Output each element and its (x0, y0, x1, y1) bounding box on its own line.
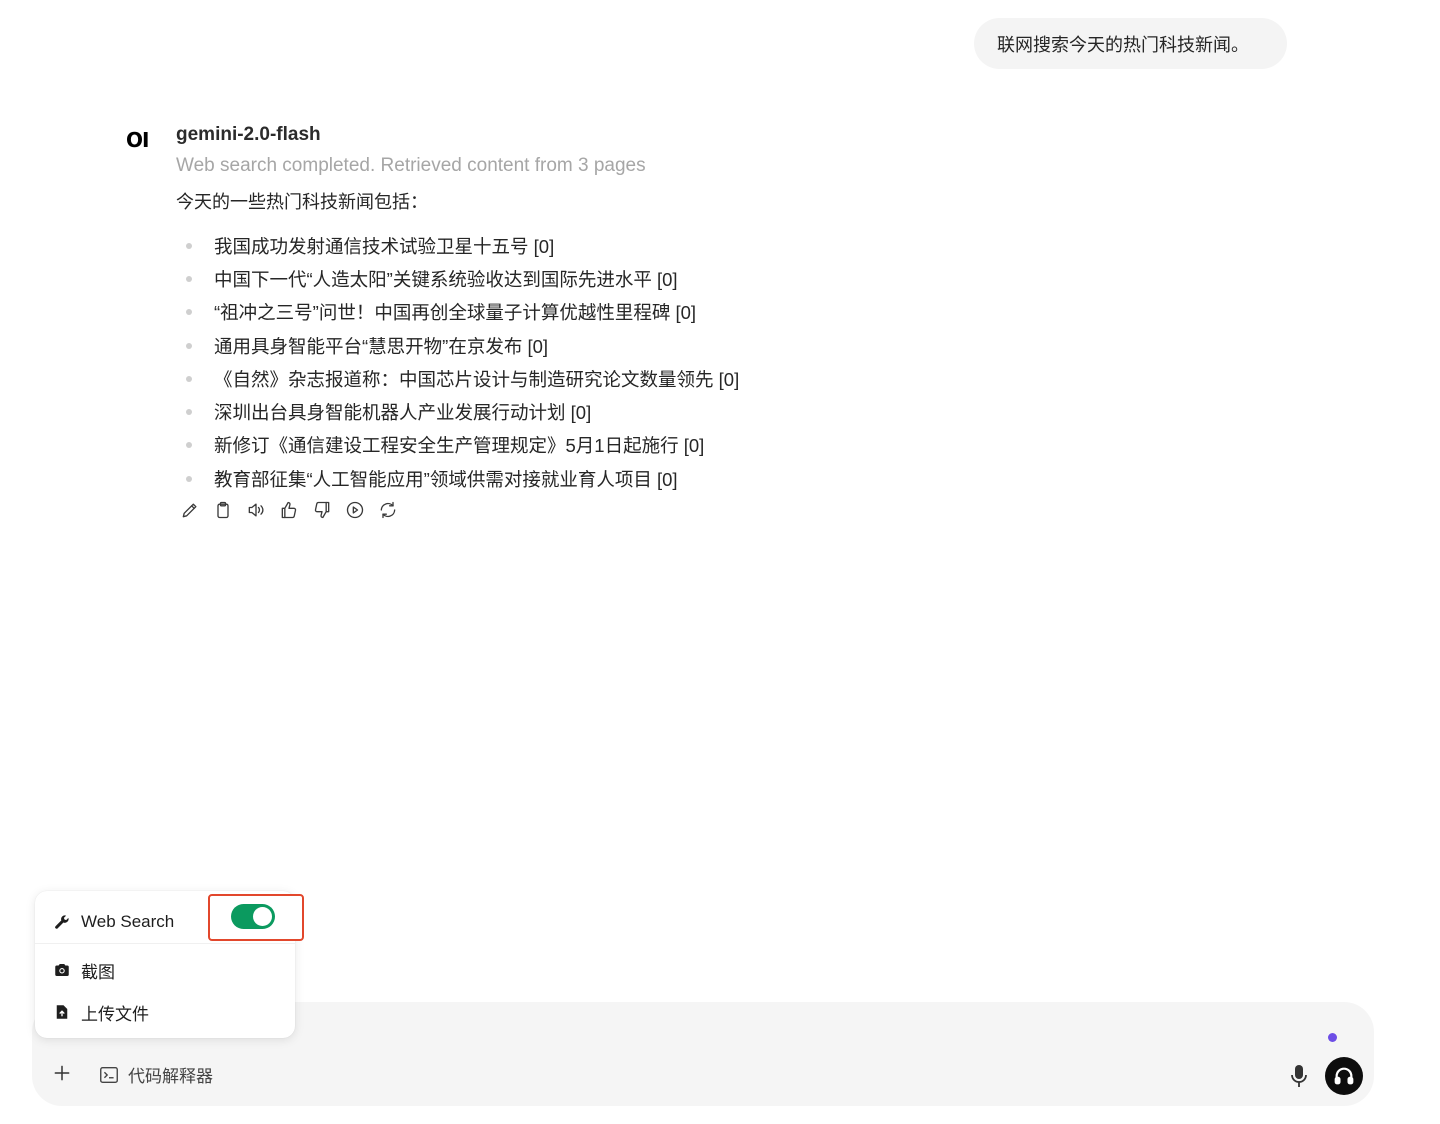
upload-file-item[interactable]: 上传文件 (35, 996, 295, 1028)
news-text: 《自然》杂志报道称：中国芯片设计与制造研究论文数量领先 [0] (214, 368, 740, 390)
news-text: 新修订《通信建设工程安全生产管理规定》5月1日起施行 [0] (214, 435, 705, 457)
regenerate-icon (380, 501, 396, 519)
web-search-toggle[interactable] (231, 904, 275, 929)
code-interpreter-label: 代码解释器 (128, 1067, 213, 1086)
screenshot-item[interactable]: 截图 (35, 954, 295, 986)
model-name: gemini-2.0-flash (176, 124, 321, 145)
bullet (186, 442, 192, 449)
bullet (186, 309, 192, 316)
news-list: 我国成功发射通信技术试验卫星十五号 [0] 中国下一代“人造太阳”关键系统验收达… (186, 229, 739, 495)
bullet (186, 242, 192, 249)
news-text: 中国下一代“人造太阳”关键系统验收达到国际先进水平 [0] (214, 268, 678, 290)
play-icon (346, 501, 364, 519)
copy-icon (217, 501, 229, 519)
edit-button[interactable] (180, 498, 200, 522)
web-search-status[interactable]: Web search completed. Retrieved content … (176, 155, 646, 177)
good-response-button[interactable] (279, 498, 299, 522)
assistant-logo: OI (126, 128, 149, 152)
more-tools-button[interactable] (52, 1063, 72, 1085)
news-text: 教育部征集“人工智能应用”领域供需对接就业育人项目 [0] (214, 468, 678, 490)
bullet (186, 475, 192, 482)
read-aloud-icon (248, 503, 264, 517)
thumbs-up-icon (281, 501, 297, 519)
regenerate-button[interactable] (378, 498, 398, 522)
headphones-icon (1334, 1067, 1354, 1085)
thumbs-down-icon (314, 501, 330, 519)
news-item: 新修订《通信建设工程安全生产管理规定》5月1日起施行 [0] (186, 429, 739, 462)
file-upload-icon (56, 1005, 68, 1019)
voice-mode-button[interactable] (1325, 1057, 1363, 1095)
menu-divider (35, 943, 295, 944)
plus-icon (54, 1065, 70, 1081)
toggle-knob (253, 907, 272, 926)
terminal-icon (100, 1066, 118, 1083)
microphone-icon (1291, 1065, 1307, 1087)
continue-response-button[interactable] (345, 498, 365, 522)
code-interpreter-button[interactable]: 代码解释器 (98, 1062, 213, 1087)
news-item: 通用具身智能平台“慧思开物”在京发布 [0] (186, 329, 739, 362)
bullet (186, 275, 192, 282)
news-item: 深圳出台具身智能机器人产业发展行动计划 [0] (186, 395, 739, 428)
wrench-icon (55, 915, 69, 929)
response-intro: 今天的一些热门科技新闻包括： (176, 192, 428, 212)
news-text: 深圳出台具身智能机器人产业发展行动计划 [0] (214, 402, 592, 424)
bullet (186, 375, 192, 382)
user-message-text: 联网搜索今天的热门科技新闻。 (997, 34, 1249, 55)
copy-button[interactable] (213, 498, 233, 522)
web-search-label: Web Search (81, 912, 175, 931)
read-aloud-button[interactable] (246, 498, 266, 522)
news-text: 我国成功发射通信技术试验卫星十五号 [0] (214, 235, 555, 257)
news-item: 教育部征集“人工智能应用”领域供需对接就业育人项目 [0] (186, 462, 739, 495)
news-text: “祖冲之三号”问世！中国再创全球量子计算优越性里程碑 [0] (214, 302, 697, 324)
edit-icon (182, 503, 197, 518)
status-indicator-dot (1328, 1033, 1337, 1042)
user-message-bubble: 联网搜索今天的热门科技新闻。 (974, 18, 1287, 69)
response-action-bar (180, 498, 398, 522)
news-text: 通用具身智能平台“慧思开物”在京发布 [0] (214, 335, 549, 357)
screenshot-label: 截图 (81, 962, 115, 982)
voice-input-button[interactable] (1289, 1063, 1309, 1089)
news-item: 《自然》杂志报道称：中国芯片设计与制造研究论文数量领先 [0] (186, 362, 739, 395)
news-item: “祖冲之三号”问世！中国再创全球量子计算优越性里程碑 [0] (186, 296, 739, 329)
upload-file-label: 上传文件 (81, 1004, 149, 1024)
news-item: 我国成功发射通信技术试验卫星十五号 [0] (186, 229, 739, 262)
camera-icon (55, 964, 69, 976)
bullet (186, 342, 192, 349)
news-item: 中国下一代“人造太阳”关键系统验收达到国际先进水平 [0] (186, 262, 739, 295)
bad-response-button[interactable] (312, 498, 332, 522)
bullet (186, 409, 192, 416)
